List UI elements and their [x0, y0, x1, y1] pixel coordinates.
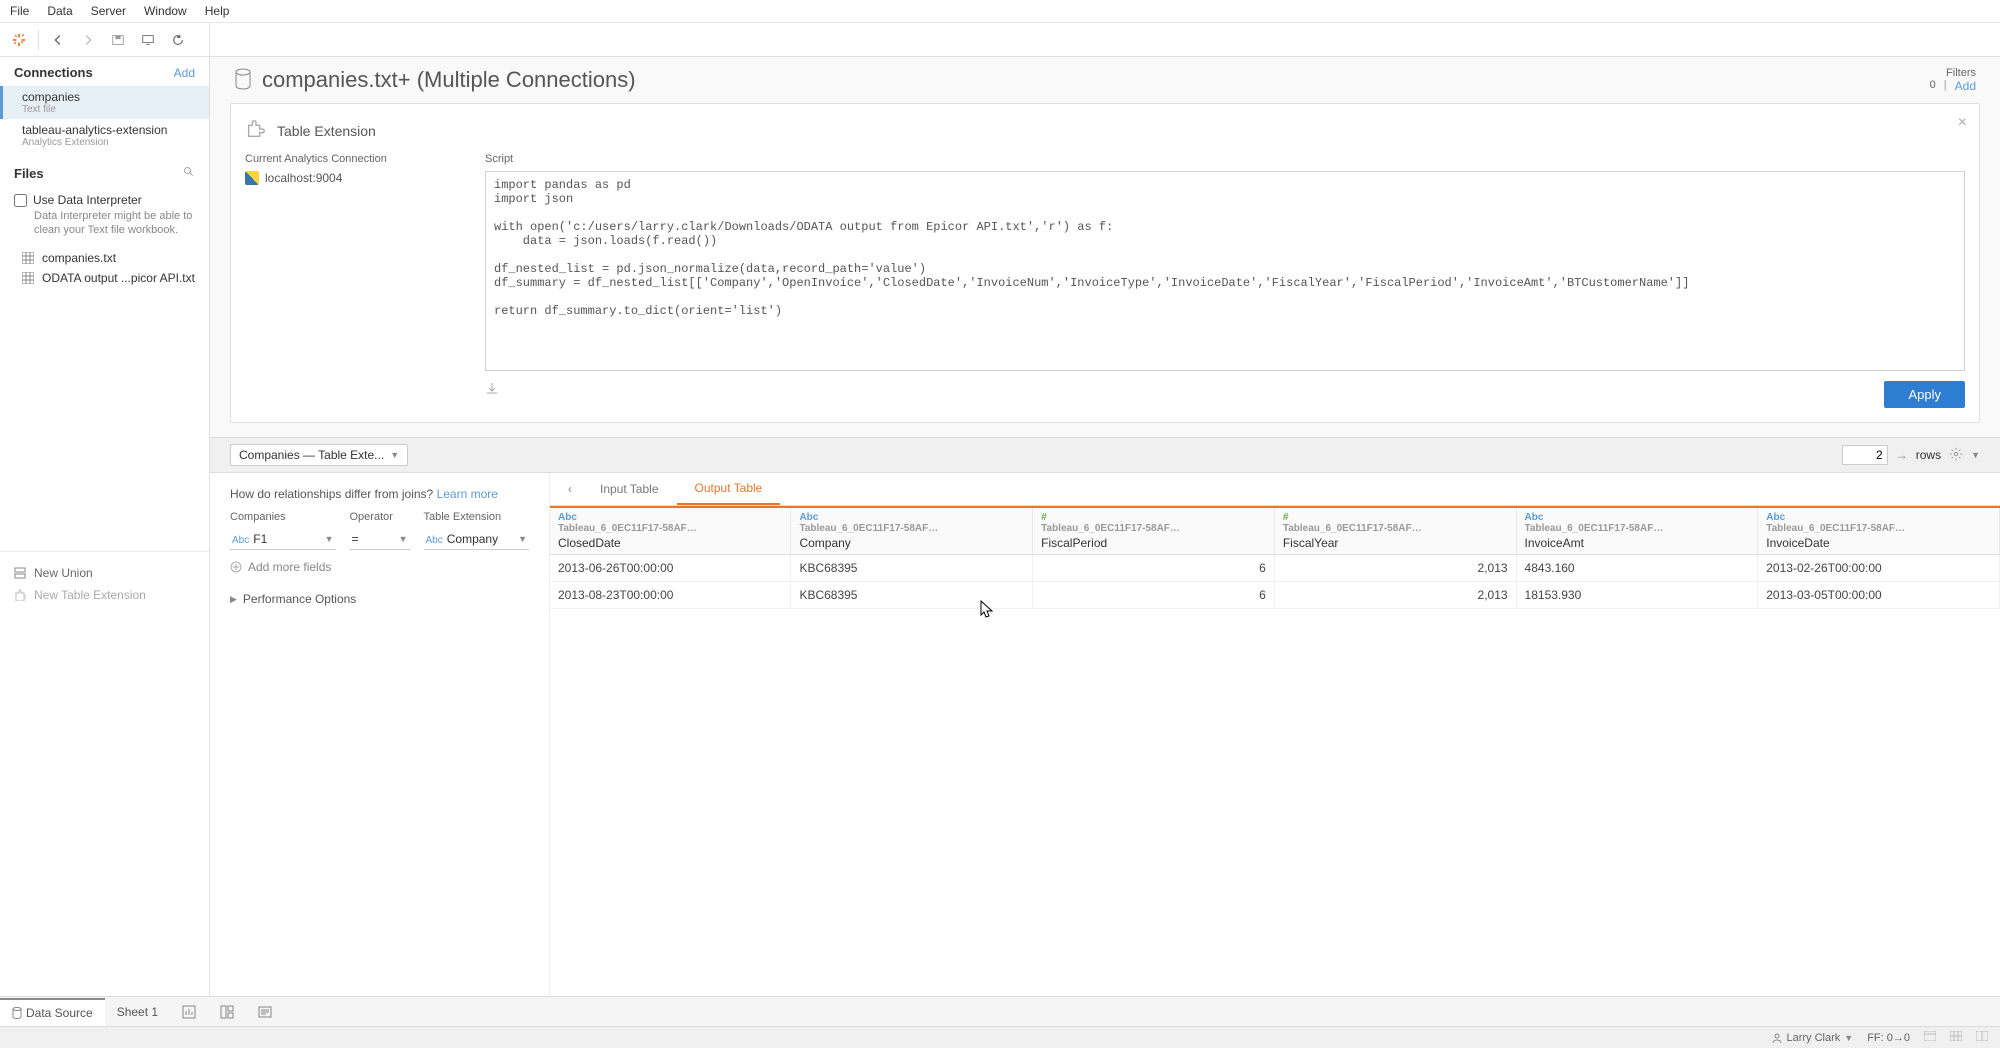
- apply-button[interactable]: Apply: [1884, 381, 1965, 408]
- extension-icon: [14, 589, 26, 601]
- tab-back-icon[interactable]: ‹: [558, 476, 582, 502]
- analytics-conn-label: Current Analytics Connection: [245, 153, 465, 165]
- arrow-right-icon[interactable]: →: [1896, 448, 1908, 462]
- learn-more-link[interactable]: Learn more: [437, 487, 498, 501]
- performance-options-toggle[interactable]: ▶ Performance Options: [230, 592, 529, 606]
- tab-output[interactable]: Output Table: [677, 473, 781, 505]
- script-editor[interactable]: import pandas as pd import json with ope…: [485, 171, 1965, 371]
- col-fiscalyear[interactable]: #Tableau_6_0EC11F17-58AF-4E2E-9E...Fisca…: [1274, 508, 1516, 555]
- files-title: Files: [14, 166, 44, 181]
- rows-input[interactable]: [1842, 445, 1888, 465]
- rel-question: How do relationships differ from joins?: [230, 487, 433, 501]
- grid-icon: [22, 272, 34, 284]
- menu-data[interactable]: Data: [47, 4, 72, 18]
- save-icon[interactable]: [107, 29, 129, 51]
- col-invoicedate[interactable]: AbcTableau_6_0EC11F17-58AF-4E2E-9E...Inv…: [1758, 508, 2000, 555]
- rel-col3-header: Table Extension: [424, 511, 530, 523]
- col-company[interactable]: AbcTableau_6_0EC11F17-58AF-4E2E-9E...Com…: [791, 508, 1033, 555]
- search-icon[interactable]: [183, 166, 195, 181]
- mid-bar: Companies — Table Exte... ▼ → rows ▼: [210, 437, 2000, 473]
- rel-field1-select[interactable]: AbcF1 ▼: [230, 529, 336, 550]
- forward-icon[interactable]: [77, 29, 99, 51]
- rel-operator-select[interactable]: =▼: [350, 529, 410, 550]
- menu-file[interactable]: File: [10, 4, 29, 18]
- datasource-icon: [234, 68, 252, 93]
- menu-bar: File Data Server Window Help: [0, 0, 2000, 23]
- menu-help[interactable]: Help: [205, 4, 230, 18]
- table-row[interactable]: 2013-08-23T00:00:00KBC6839562,01318153.9…: [550, 582, 2000, 609]
- table-panel: ‹ Input Table Output Table AbcTableau_6_…: [550, 473, 2000, 996]
- tab-input[interactable]: Input Table: [582, 474, 677, 504]
- analytics-conn-value[interactable]: localhost:9004: [245, 171, 465, 185]
- col-invoiceamt[interactable]: AbcTableau_6_0EC11F17-58AF-4E2E-9E...Inv…: [1516, 508, 1758, 555]
- table-extension-panel: Table Extension × Current Analytics Conn…: [230, 103, 1980, 423]
- new-worksheet-icon[interactable]: [170, 999, 208, 1025]
- datasource-title[interactable]: companies.txt+ (Multiple Connections): [262, 67, 636, 93]
- tab-sheet1[interactable]: Sheet 1: [105, 999, 170, 1025]
- back-icon[interactable]: [47, 29, 69, 51]
- connections-title: Connections: [14, 65, 93, 80]
- relationship-panel: How do relationships differ from joins? …: [210, 473, 550, 996]
- sidebar: Connections Add companies Text file tabl…: [0, 57, 210, 996]
- status-bar: Larry Clark ▼ FF: 0→0: [0, 1026, 2000, 1048]
- tab-data-source[interactable]: Data Source: [0, 998, 105, 1026]
- table-row[interactable]: 2013-06-26T00:00:00KBC6839562,0134843.16…: [550, 555, 2000, 582]
- use-data-interpreter-label: Use Data Interpreter: [33, 193, 142, 207]
- new-table-extension-button[interactable]: New Table Extension: [14, 584, 195, 606]
- col-closeddate[interactable]: AbcTableau_6_0EC11F17-58AF-4E2E-9E...Clo…: [550, 508, 791, 555]
- menu-window[interactable]: Window: [144, 4, 187, 18]
- use-data-interpreter-checkbox[interactable]: [14, 194, 27, 207]
- rel-field2-select[interactable]: AbcCompany ▼: [424, 529, 530, 550]
- add-connection-link[interactable]: Add: [174, 66, 195, 80]
- status-ff: FF: 0→0: [1867, 1032, 1910, 1044]
- file-companies[interactable]: companies.txt: [0, 248, 209, 268]
- settings-icon[interactable]: [1949, 447, 1963, 464]
- puzzle-icon: [245, 118, 267, 143]
- rel-col1-header: Companies: [230, 511, 336, 523]
- col-fiscalperiod[interactable]: #Tableau_6_0EC11F17-58AF-4E2E-9E...Fisca…: [1033, 508, 1275, 555]
- new-dashboard-icon[interactable]: [208, 999, 246, 1025]
- status-icon3[interactable]: [1976, 1031, 1988, 1044]
- add-more-fields-button[interactable]: Add more fields: [230, 560, 529, 574]
- data-grid[interactable]: AbcTableau_6_0EC11F17-58AF-4E2E-9E...Clo…: [550, 506, 2000, 996]
- bottom-tabs: Data Source Sheet 1: [0, 996, 2000, 1026]
- tableau-logo-icon[interactable]: [8, 29, 30, 51]
- user-selector[interactable]: Larry Clark ▼: [1772, 1032, 1853, 1044]
- add-filter-link[interactable]: Add: [1955, 79, 1976, 93]
- extension-title: Table Extension: [277, 123, 376, 139]
- rel-col2-header: Operator: [350, 511, 410, 523]
- new-story-icon[interactable]: [246, 999, 284, 1025]
- status-icon1[interactable]: [1924, 1031, 1936, 1044]
- status-icon2[interactable]: [1950, 1031, 1962, 1044]
- union-icon: [14, 567, 26, 579]
- table-selector[interactable]: Companies — Table Exte... ▼: [230, 444, 408, 466]
- datasource-tab-icon: [12, 1007, 22, 1019]
- grid-icon: [22, 252, 34, 264]
- insert-icon[interactable]: [485, 381, 499, 408]
- close-icon[interactable]: ×: [1958, 114, 1967, 132]
- connection-analytics-ext[interactable]: tableau-analytics-extension Analytics Ex…: [0, 119, 209, 152]
- toolbar: [0, 23, 2000, 57]
- device-icon[interactable]: [137, 29, 159, 51]
- rows-label: rows: [1916, 448, 1941, 462]
- filters-box: Filters 0 | Add: [1930, 67, 1976, 93]
- python-icon: [245, 171, 259, 185]
- interpreter-hint: Data Interpreter might be able to clean …: [34, 209, 195, 238]
- new-union-button[interactable]: New Union: [14, 562, 195, 584]
- script-label: Script: [485, 153, 1965, 165]
- user-icon: [1772, 1033, 1782, 1043]
- refresh-icon[interactable]: [167, 29, 189, 51]
- file-odata[interactable]: ODATA output ...picor API.txt: [0, 268, 209, 288]
- connection-companies[interactable]: companies Text file: [0, 86, 209, 119]
- chevron-down-icon[interactable]: ▼: [1971, 450, 1980, 460]
- content-area: companies.txt+ (Multiple Connections) Fi…: [210, 57, 2000, 996]
- menu-server[interactable]: Server: [91, 4, 126, 18]
